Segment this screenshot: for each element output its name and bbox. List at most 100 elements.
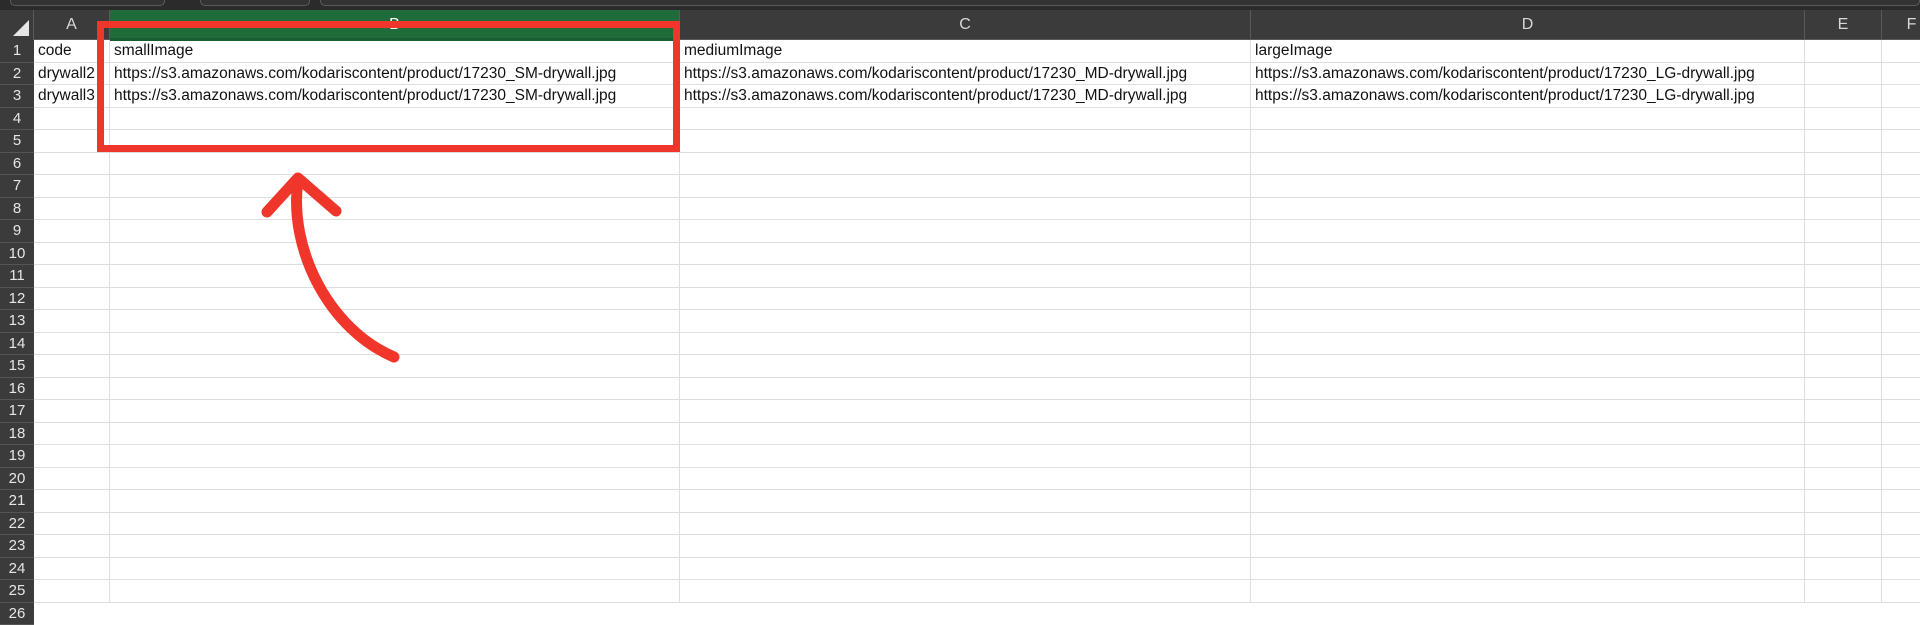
cell[interactable] <box>34 288 110 310</box>
row-header[interactable]: 23 <box>0 535 34 558</box>
row-header[interactable]: 18 <box>0 423 34 446</box>
cell[interactable] <box>1251 310 1805 332</box>
cell[interactable] <box>1805 490 1882 512</box>
cell[interactable] <box>1251 153 1805 175</box>
cell[interactable] <box>34 130 110 152</box>
cell[interactable] <box>110 378 680 400</box>
cell-b2[interactable]: https://s3.amazonaws.com/kodariscontent/… <box>110 63 680 85</box>
cell[interactable] <box>34 580 110 602</box>
cell[interactable] <box>34 198 110 220</box>
select-all-button[interactable] <box>0 10 34 40</box>
row-header[interactable]: 2 <box>0 63 34 86</box>
column-header-f[interactable]: F <box>1882 10 1920 40</box>
cell[interactable] <box>1805 265 1882 287</box>
cell[interactable] <box>110 243 680 265</box>
cell[interactable] <box>1251 243 1805 265</box>
row-header[interactable]: 12 <box>0 288 34 311</box>
cell[interactable] <box>1251 445 1805 467</box>
cell[interactable] <box>680 513 1251 535</box>
row-header[interactable]: 25 <box>0 580 34 603</box>
cell[interactable] <box>680 220 1251 242</box>
row-header[interactable]: 20 <box>0 468 34 491</box>
cell[interactable] <box>34 513 110 535</box>
row-header[interactable]: 24 <box>0 558 34 581</box>
row-header[interactable]: 11 <box>0 265 34 288</box>
cell[interactable] <box>1251 108 1805 130</box>
cell[interactable] <box>110 558 680 580</box>
cell-c3[interactable]: https://s3.amazonaws.com/kodariscontent/… <box>680 85 1251 107</box>
cell[interactable] <box>1805 513 1882 535</box>
cell[interactable] <box>110 175 680 197</box>
cell[interactable] <box>110 198 680 220</box>
row-header[interactable]: 16 <box>0 378 34 401</box>
cell[interactable] <box>680 175 1251 197</box>
cell[interactable] <box>34 175 110 197</box>
cell[interactable] <box>1805 355 1882 377</box>
cell[interactable] <box>1251 468 1805 490</box>
cell[interactable] <box>110 468 680 490</box>
cell[interactable] <box>680 468 1251 490</box>
cell-e3[interactable] <box>1805 85 1882 107</box>
column-header-a[interactable]: A <box>34 10 110 40</box>
cell[interactable] <box>680 355 1251 377</box>
cell[interactable] <box>1805 535 1882 557</box>
cell[interactable] <box>110 108 680 130</box>
cell[interactable] <box>1251 400 1805 422</box>
column-header-e[interactable]: E <box>1805 10 1882 40</box>
cell[interactable] <box>110 490 680 512</box>
cell-d3[interactable]: https://s3.amazonaws.com/kodariscontent/… <box>1251 85 1805 107</box>
cell[interactable] <box>34 310 110 332</box>
cell[interactable] <box>680 535 1251 557</box>
cell[interactable] <box>1805 558 1882 580</box>
cell[interactable] <box>1805 220 1882 242</box>
cell[interactable] <box>1251 175 1805 197</box>
cell[interactable] <box>680 423 1251 445</box>
row-header[interactable]: 6 <box>0 153 34 176</box>
cell[interactable] <box>34 423 110 445</box>
row-header[interactable]: 21 <box>0 490 34 513</box>
cell[interactable] <box>34 108 110 130</box>
cell[interactable] <box>1251 333 1805 355</box>
row-header[interactable]: 10 <box>0 243 34 266</box>
cell-a3[interactable]: drywall3 <box>34 85 110 107</box>
cell[interactable] <box>680 580 1251 602</box>
cell[interactable] <box>1251 130 1805 152</box>
cell[interactable] <box>34 400 110 422</box>
cell[interactable] <box>680 490 1251 512</box>
row-header[interactable]: 8 <box>0 198 34 221</box>
cell-c2[interactable]: https://s3.amazonaws.com/kodariscontent/… <box>680 63 1251 85</box>
row-header[interactable]: 7 <box>0 175 34 198</box>
cell[interactable] <box>680 108 1251 130</box>
cell[interactable] <box>680 130 1251 152</box>
cell[interactable] <box>1251 535 1805 557</box>
cell[interactable] <box>1805 423 1882 445</box>
cell[interactable] <box>680 243 1251 265</box>
cell[interactable] <box>1805 378 1882 400</box>
cell[interactable] <box>110 310 680 332</box>
cell[interactable] <box>1251 580 1805 602</box>
cell[interactable] <box>110 400 680 422</box>
cell[interactable] <box>34 153 110 175</box>
cell[interactable] <box>110 333 680 355</box>
cell[interactable] <box>34 558 110 580</box>
row-header[interactable]: 3 <box>0 85 34 108</box>
row-header[interactable]: 15 <box>0 355 34 378</box>
cell[interactable] <box>680 153 1251 175</box>
cell[interactable] <box>1805 333 1882 355</box>
cell[interactable] <box>1251 220 1805 242</box>
column-header-c[interactable]: C <box>680 10 1251 40</box>
cell[interactable] <box>1805 130 1882 152</box>
cell[interactable] <box>110 153 680 175</box>
cell[interactable] <box>1805 108 1882 130</box>
cell[interactable] <box>34 333 110 355</box>
cell-b3[interactable]: https://s3.amazonaws.com/kodariscontent/… <box>110 85 680 107</box>
cell[interactable] <box>110 535 680 557</box>
cell[interactable] <box>110 288 680 310</box>
cell[interactable] <box>680 265 1251 287</box>
cell[interactable] <box>110 513 680 535</box>
cell[interactable] <box>110 130 680 152</box>
cell[interactable] <box>680 310 1251 332</box>
row-header[interactable]: 17 <box>0 400 34 423</box>
cell[interactable] <box>1251 423 1805 445</box>
cell-d2[interactable]: https://s3.amazonaws.com/kodariscontent/… <box>1251 63 1805 85</box>
